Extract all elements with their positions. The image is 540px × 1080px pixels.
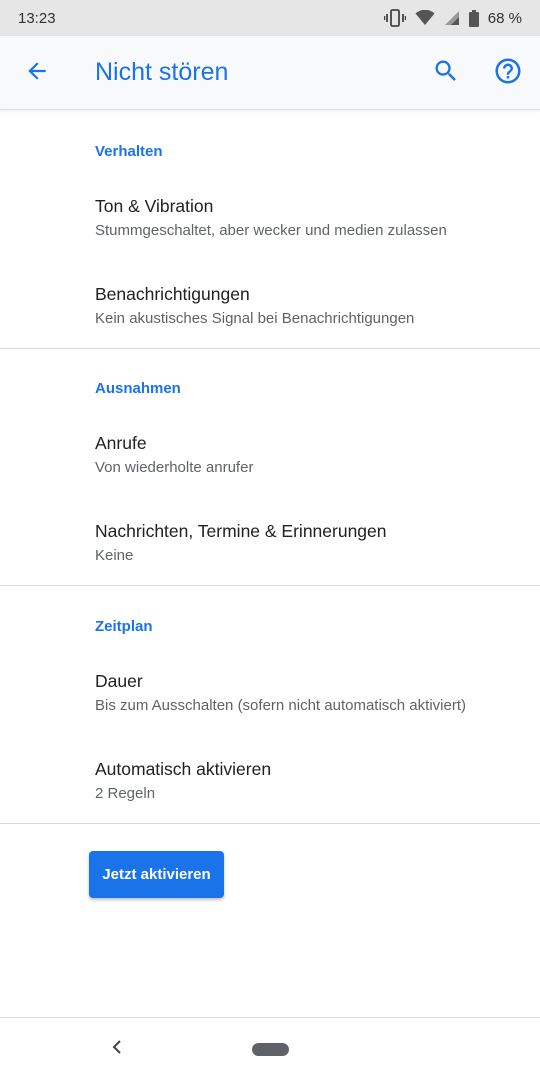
pref-item-nachrichten-termine[interactable]: Nachrichten, Termine & Erinnerungen Kein… xyxy=(0,521,540,609)
pref-summary: 2 Regeln xyxy=(95,785,156,802)
pref-item-benachrichtigungen[interactable]: Benachrichtigungen Kein akustisches Sign… xyxy=(0,284,540,372)
pref-title: Anrufe xyxy=(95,433,147,453)
page-title: Nicht stören xyxy=(95,58,229,86)
battery-icon xyxy=(468,9,479,27)
cell-signal-icon xyxy=(444,10,460,26)
chevron-left-icon xyxy=(110,1039,124,1060)
arrow-back-icon xyxy=(24,58,50,89)
section-divider xyxy=(0,348,540,349)
nav-back-button[interactable] xyxy=(104,1036,130,1062)
app-bar: Nicht stören xyxy=(0,36,540,110)
pref-title: Benachrichtigungen xyxy=(95,284,250,304)
pref-title: Automatisch aktivieren xyxy=(95,759,272,779)
activate-now-button[interactable]: Jetzt aktivieren xyxy=(89,851,224,898)
navigation-bar xyxy=(0,1017,540,1080)
section-divider xyxy=(0,585,540,586)
pref-item-anrufe[interactable]: Anrufe Von wiederholte anrufer xyxy=(0,433,540,521)
section-divider xyxy=(0,823,540,824)
status-icons: 68 % xyxy=(383,9,522,27)
pref-summary: Kein akustisches Signal bei Benachrichti… xyxy=(95,310,415,327)
vibrate-icon xyxy=(383,9,406,27)
pref-title: Nachrichten, Termine & Erinnerungen xyxy=(95,521,387,541)
pref-summary: Bis zum Ausschalten (sofern nicht automa… xyxy=(95,697,466,714)
pref-title: Ton & Vibration xyxy=(95,196,214,216)
section-header-ausnahmen: Ausnahmen xyxy=(95,380,181,397)
status-bar: 13:23 68 % xyxy=(0,0,540,36)
pref-item-automatisch-aktivieren[interactable]: Automatisch aktivieren 2 Regeln xyxy=(0,759,540,847)
battery-percent: 68 % xyxy=(487,9,522,27)
pref-summary: Von wiederholte anrufer xyxy=(95,459,254,476)
wifi-icon xyxy=(415,10,435,26)
search-icon xyxy=(432,57,460,90)
pref-item-dauer[interactable]: Dauer Bis zum Ausschalten (sofern nicht … xyxy=(0,671,540,759)
section-header-zeitplan: Zeitplan xyxy=(95,618,153,635)
home-pill-button[interactable] xyxy=(252,1043,289,1056)
help-icon xyxy=(493,56,523,91)
section-header-verhalten: Verhalten xyxy=(95,143,163,160)
help-button[interactable] xyxy=(487,52,529,94)
pref-summary: Stummgeschaltet, aber wecker und medien … xyxy=(95,222,447,239)
pref-summary: Keine xyxy=(95,547,134,564)
status-time: 13:23 xyxy=(18,9,56,27)
search-button[interactable] xyxy=(425,52,467,94)
pref-title: Dauer xyxy=(95,671,143,691)
pref-item-ton-vibration[interactable]: Ton & Vibration Stummgeschaltet, aber we… xyxy=(0,196,540,284)
back-button[interactable] xyxy=(16,52,58,94)
